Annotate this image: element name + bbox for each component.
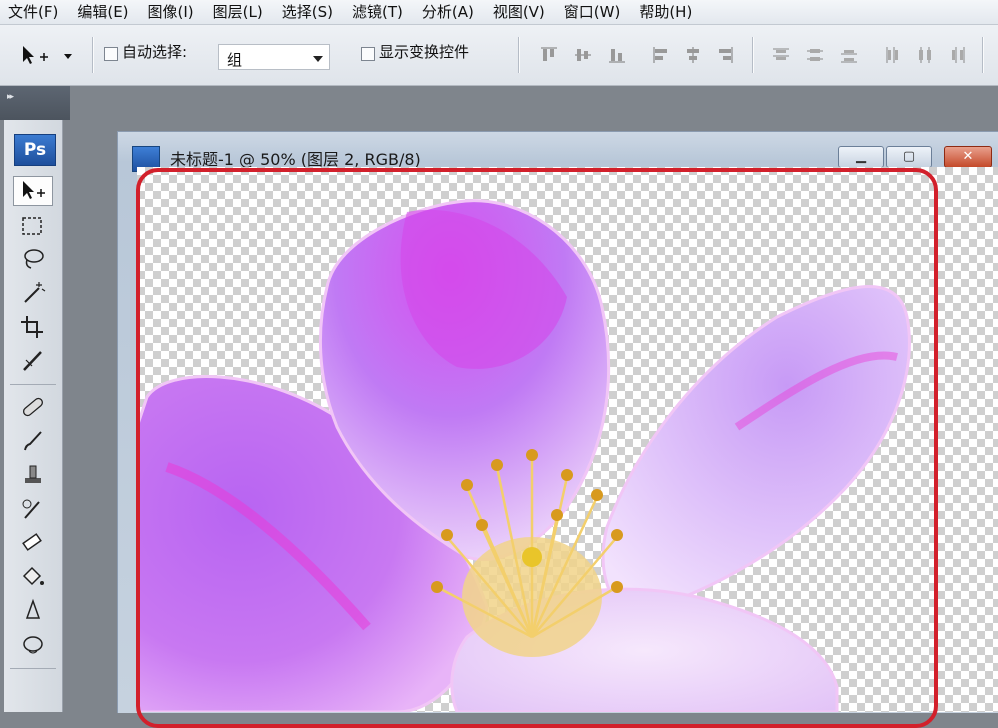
- lasso-tool[interactable]: [13, 244, 53, 274]
- toolbox-header[interactable]: ▸▸: [0, 86, 70, 120]
- minimize-icon: ▁: [856, 149, 866, 164]
- distribute-top-icon[interactable]: [772, 46, 790, 64]
- tool-preset-picker[interactable]: [20, 43, 76, 67]
- bandage-icon: [22, 397, 44, 417]
- healing-brush-tool[interactable]: [13, 392, 53, 422]
- magic-wand-icon: [24, 282, 46, 303]
- document-canvas[interactable]: [137, 167, 998, 712]
- slice-tool[interactable]: [13, 346, 53, 376]
- menu-image[interactable]: 图像(I): [140, 0, 205, 24]
- distribute-left-icon[interactable]: [884, 46, 902, 64]
- align-vertical-center-icon[interactable]: [574, 46, 592, 64]
- distribute-right-icon[interactable]: [948, 46, 966, 64]
- toolbox-separator: [10, 668, 56, 669]
- flower-image: [137, 199, 911, 712]
- eraser-tool[interactable]: [13, 528, 53, 558]
- collapse-arrows-icon[interactable]: ▸▸: [7, 92, 14, 102]
- move-tool[interactable]: [13, 176, 53, 206]
- eraser-icon: [22, 533, 42, 551]
- brush-icon: [24, 431, 42, 451]
- auto-select-checkbox[interactable]: [104, 47, 118, 61]
- stamp-icon: [25, 465, 41, 483]
- brush-tool[interactable]: [13, 426, 53, 456]
- toolbox-separator: [10, 384, 56, 385]
- align-horizontal-center-icon[interactable]: [684, 46, 702, 64]
- separator: [752, 37, 754, 73]
- align-bottom-icon[interactable]: [608, 46, 626, 64]
- minimize-button[interactable]: ▁: [838, 146, 884, 168]
- photoshop-logo[interactable]: Ps: [14, 134, 56, 166]
- lasso-tool-icon: [24, 249, 44, 269]
- marquee-tool[interactable]: [13, 212, 53, 242]
- chevron-down-icon: [313, 56, 323, 62]
- separator: [982, 37, 984, 73]
- menu-help[interactable]: 帮助(H): [631, 0, 703, 24]
- blur-tool[interactable]: [13, 596, 53, 626]
- menu-filter[interactable]: 滤镜(T): [344, 0, 414, 24]
- magic-wand-tool[interactable]: [13, 278, 53, 308]
- distribute-bottom-icon[interactable]: [840, 46, 858, 64]
- menu-bar: 文件(F) 编辑(E) 图像(I) 图层(L) 选择(S) 滤镜(T) 分析(A…: [0, 0, 998, 25]
- auto-select-label: 自动选择:: [122, 43, 188, 61]
- move-tool-icon: [23, 46, 72, 64]
- petal-right: [601, 285, 911, 619]
- close-button[interactable]: ✕: [944, 146, 992, 168]
- show-transform-checkbox[interactable]: [361, 47, 375, 61]
- clone-stamp-tool[interactable]: [13, 460, 53, 490]
- menu-select[interactable]: 选择(S): [274, 0, 344, 24]
- menu-analysis[interactable]: 分析(A): [414, 0, 485, 24]
- menu-window[interactable]: 窗口(W): [556, 0, 632, 24]
- separator: [92, 37, 94, 73]
- slice-icon: [23, 351, 42, 371]
- paint-bucket-tool[interactable]: [13, 562, 53, 592]
- menu-file[interactable]: 文件(F): [0, 0, 69, 24]
- toolbox: Ps: [4, 120, 63, 712]
- auto-select-value: 组: [227, 51, 243, 69]
- options-bar: 自动选择: 组 显示变换控件: [0, 25, 998, 86]
- separator: [518, 37, 520, 73]
- align-left-icon[interactable]: [652, 46, 670, 64]
- crop-icon: [21, 316, 43, 338]
- crop-tool[interactable]: [13, 312, 53, 342]
- menu-edit[interactable]: 编辑(E): [69, 0, 139, 24]
- menu-layer[interactable]: 图层(L): [205, 0, 274, 24]
- move-tool-icon: [23, 181, 45, 199]
- distribute-vertical-center-icon[interactable]: [806, 46, 824, 64]
- paint-bucket-icon: [22, 566, 44, 586]
- blur-icon: [25, 598, 41, 619]
- marquee-tool-icon: [22, 217, 42, 235]
- maximize-icon: ▢: [902, 149, 916, 164]
- history-brush-icon: [22, 499, 40, 519]
- align-top-icon[interactable]: [540, 46, 558, 64]
- history-brush-tool[interactable]: [13, 494, 53, 524]
- menu-view[interactable]: 视图(V): [485, 0, 556, 24]
- align-right-icon[interactable]: [716, 46, 734, 64]
- show-transform-label: 显示变换控件: [379, 43, 470, 61]
- maximize-button[interactable]: ▢: [886, 146, 932, 168]
- close-icon: ✕: [962, 149, 974, 164]
- dodge-icon: [23, 636, 43, 654]
- dodge-tool[interactable]: [13, 630, 53, 660]
- auto-select-dropdown[interactable]: 组: [218, 44, 330, 70]
- chevron-down-icon: [64, 54, 72, 59]
- distribute-horizontal-center-icon[interactable]: [916, 46, 934, 64]
